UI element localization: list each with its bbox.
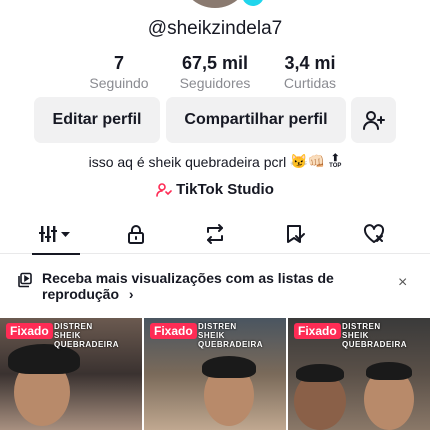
stat-likes[interactable]: 3,4 mi Curtidas	[260, 52, 360, 91]
studio-label: TikTok Studio	[176, 181, 274, 198]
overlay-line2: SHEIK QUEBRADEIRA	[54, 331, 120, 349]
edit-profile-button[interactable]: Editar perfil	[34, 97, 160, 143]
videos-grid-icon	[39, 226, 70, 242]
promo-text: Receba mais visualizações com as listas …	[42, 270, 334, 302]
stat-likes-value: 3,4 mi	[284, 53, 336, 73]
overlay-line1: DISTREN	[342, 322, 381, 331]
hair-image	[296, 364, 344, 382]
playlist-promo-banner[interactable]: Receba mais visualizações com as listas …	[0, 264, 430, 310]
promo-text-block: Receba mais visualizações com as listas …	[42, 270, 342, 302]
tab-videos[interactable]	[26, 214, 86, 255]
tiktok-studio-link[interactable]: TikTok Studio	[0, 181, 430, 198]
stat-following-value: 7	[113, 53, 124, 73]
video-overlay-text: DISTREN SHEIK QUEBRADEIRA	[54, 322, 142, 349]
bio: isso aq é sheik quebradeira pcrl 😼👊🏻 ⬆ T…	[0, 153, 430, 170]
video-overlay-text: DISTREN SHEIK QUEBRADEIRA	[198, 322, 286, 349]
share-profile-button[interactable]: Compartilhar perfil	[166, 97, 346, 143]
pinned-badge: Fixado	[6, 323, 53, 339]
stat-following-label: Seguindo	[89, 75, 149, 91]
video-thumbnail[interactable]: Fixado DISTREN SHEIK QUEBRADEIRA	[288, 318, 430, 430]
video-grid: Fixado DISTREN SHEIK QUEBRADEIRA Fixado …	[0, 318, 430, 430]
stat-likes-label: Curtidas	[283, 75, 337, 91]
chevron-right-icon: ›	[128, 286, 134, 302]
stats-row: 7 Seguindo 67,5 mil Seguidores 3,4 mi Cu…	[0, 52, 430, 96]
tab-favorites[interactable]	[265, 214, 325, 254]
repost-icon	[207, 224, 223, 244]
pinned-badge: Fixado	[150, 323, 197, 339]
stat-followers[interactable]: 67,5 mil Seguidores	[165, 52, 265, 91]
playlist-icon	[18, 272, 32, 288]
video-overlay-text: DISTREN SHEIK QUEBRADEIRA	[342, 322, 430, 349]
overlay-line2: SHEIK QUEBRADEIRA	[198, 331, 264, 349]
favorites-icon	[287, 225, 305, 243]
lock-icon	[128, 225, 144, 244]
add-user-icon	[362, 111, 385, 130]
avatar-add-icon[interactable]	[242, 0, 264, 6]
overlay-line1: DISTREN	[54, 322, 93, 331]
overlay-line1: DISTREN	[198, 322, 237, 331]
bio-emojis: 😼👊🏻	[290, 153, 326, 169]
pinned-badge: Fixado	[294, 323, 341, 339]
avatar[interactable]	[180, 0, 250, 8]
overlay-line2: SHEIK QUEBRADEIRA	[342, 331, 408, 349]
stat-following[interactable]: 7 Seguindo	[69, 52, 169, 91]
top-icon: ⬆ TOP	[329, 153, 342, 170]
liked-icon	[363, 224, 385, 243]
top-badge-label: TOP	[329, 163, 342, 169]
hair-image	[366, 362, 412, 380]
bio-text: isso aq é sheik quebradeira pcrl	[88, 153, 287, 170]
username: @sheikzindela7	[147, 18, 283, 39]
profile-tabs	[0, 214, 430, 255]
video-thumbnail[interactable]: Fixado DISTREN SHEIK QUEBRADEIRA	[0, 318, 142, 430]
stat-followers-label: Seguidores	[179, 75, 251, 91]
studio-icon	[156, 183, 172, 197]
stat-followers-value: 67,5 mil	[181, 53, 249, 73]
tab-liked[interactable]	[344, 214, 404, 254]
tab-reposts[interactable]	[185, 214, 245, 254]
add-friend-button[interactable]	[351, 97, 396, 143]
hair-image	[202, 356, 256, 378]
video-thumbnail[interactable]: Fixado DISTREN SHEIK QUEBRADEIRA	[144, 318, 286, 430]
tab-private[interactable]	[106, 214, 166, 254]
close-icon[interactable]: ×	[398, 274, 407, 292]
